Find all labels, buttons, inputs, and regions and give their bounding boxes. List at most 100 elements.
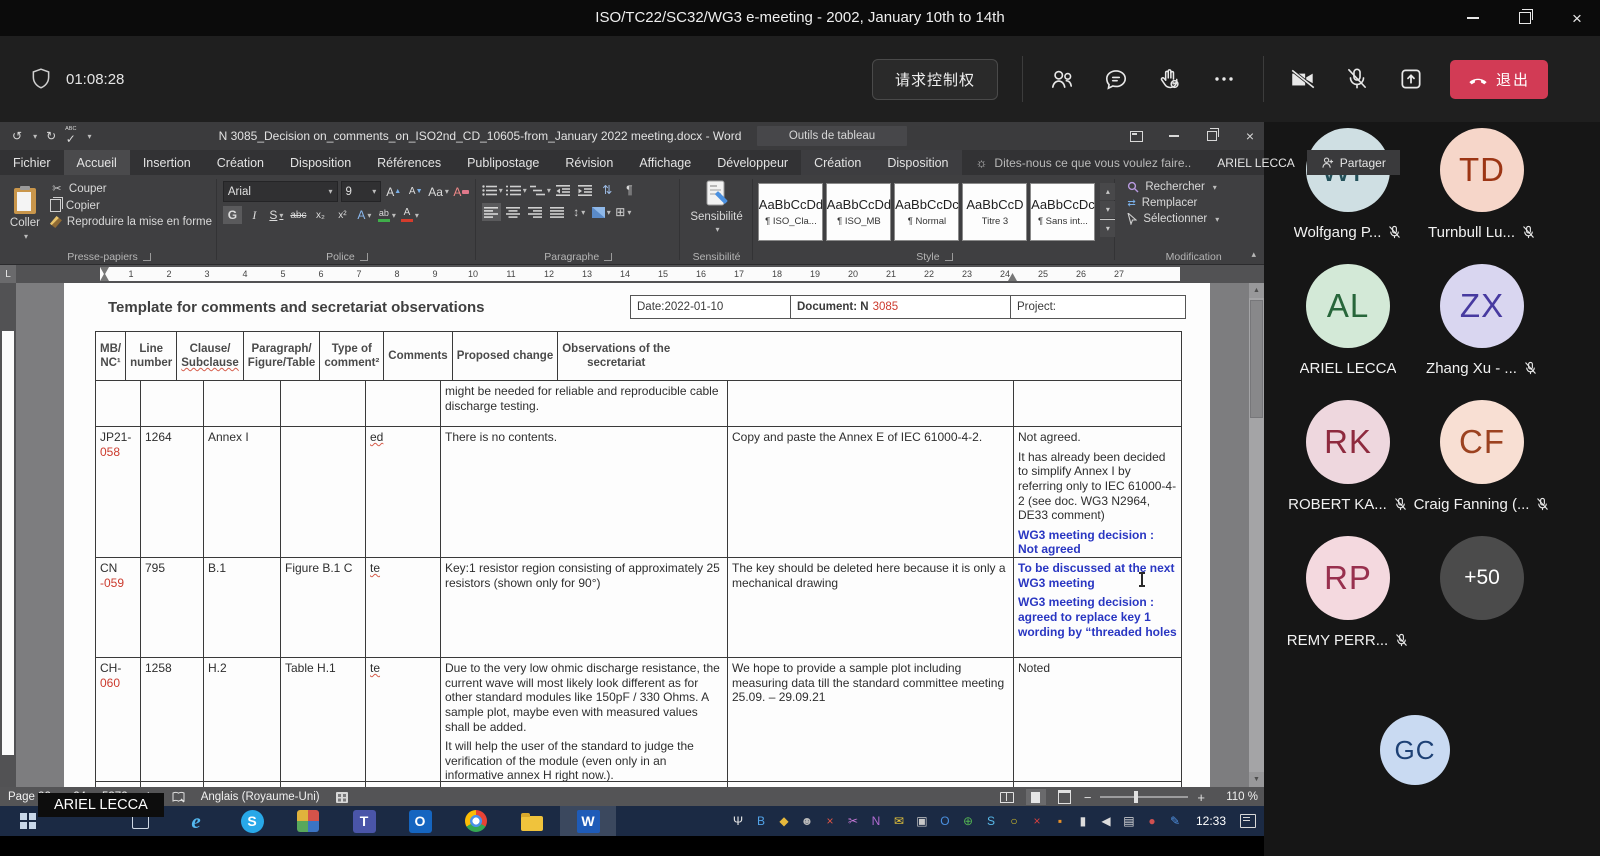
- horizontal-ruler[interactable]: 1234567891011121314151617181920212223242…: [0, 265, 1264, 283]
- style-card[interactable]: AaBbCcDc ¶ Normal: [894, 183, 959, 241]
- zoom-slider-thumb[interactable]: [1134, 791, 1138, 803]
- onenote-tray-icon[interactable]: N: [869, 815, 883, 827]
- dialog-launcher-icon[interactable]: [604, 253, 612, 261]
- chrome-icon[interactable]: [448, 806, 504, 836]
- replace-button[interactable]: ⇄ Remplacer: [1127, 197, 1260, 209]
- style-card[interactable]: AaBbCcDc ¶ Sans int...: [1030, 183, 1095, 241]
- request-control-button[interactable]: 请求控制权: [872, 59, 998, 100]
- redo-icon[interactable]: ↻: [46, 129, 56, 143]
- explorer-icon[interactable]: [504, 806, 560, 836]
- increase-indent-button[interactable]: [576, 181, 595, 199]
- align-left-button[interactable]: [482, 203, 501, 221]
- snip-tray-icon[interactable]: ✂: [846, 815, 860, 827]
- context-ribbon-tab[interactable]: Création: [801, 150, 874, 175]
- line-spacing-button[interactable]: ↕▾: [570, 203, 589, 221]
- table-row[interactable]: CN-059 795 B.1 Figure B.1 C te Key:1 res…: [96, 558, 1181, 658]
- context-ribbon-tab[interactable]: Disposition: [874, 150, 961, 175]
- word-close-icon[interactable]: ×: [1242, 128, 1258, 144]
- scroll-down-icon[interactable]: ▼: [1249, 772, 1264, 787]
- underline-button[interactable]: S▾: [267, 206, 286, 224]
- align-center-button[interactable]: [504, 203, 523, 221]
- gallery-down-icon[interactable]: ▾: [1100, 201, 1115, 218]
- notification-center-icon[interactable]: [1240, 814, 1256, 828]
- decrease-indent-button[interactable]: [554, 181, 573, 199]
- word-minimize-icon[interactable]: [1166, 128, 1182, 144]
- skype-icon[interactable]: S: [224, 806, 280, 836]
- find-button[interactable]: Rechercher ▾: [1127, 181, 1260, 193]
- minimize-icon[interactable]: [1464, 9, 1482, 27]
- justify-button[interactable]: [548, 203, 567, 221]
- participant-tile[interactable]: RK ROBERT KA...: [1281, 400, 1415, 536]
- ie-icon[interactable]: e: [168, 806, 224, 836]
- paste-button[interactable]: Coller ▾: [6, 179, 44, 249]
- table-row[interactable]: CH-060 1258 H.2 Table H.1 te Due to the …: [96, 658, 1181, 782]
- borders-button[interactable]: ⊞▾: [614, 203, 633, 221]
- ribbon-tab[interactable]: Accueil: [64, 150, 130, 175]
- qat-customize-icon[interactable]: ▾: [87, 132, 91, 141]
- strikethrough-button[interactable]: abc: [289, 206, 308, 224]
- mic-off-icon[interactable]: [1342, 64, 1372, 94]
- skype-tray-icon[interactable]: S: [984, 815, 998, 827]
- dialog-launcher-icon[interactable]: [360, 253, 368, 261]
- format-painter-button[interactable]: Reproduire la mise en forme: [50, 216, 212, 228]
- ribbon-tab[interactable]: Révision: [552, 150, 626, 175]
- battery-tray-icon[interactable]: ▮: [1076, 815, 1090, 827]
- show-paragraph-marks-button[interactable]: ¶: [620, 181, 639, 199]
- bot-tray-icon[interactable]: ☻: [800, 815, 814, 827]
- ribbon-tab[interactable]: Disposition: [277, 150, 364, 175]
- spellcheck-icon[interactable]: ABC ✓: [65, 127, 76, 145]
- bullets-button[interactable]: ▾: [482, 181, 503, 199]
- text-effects-button[interactable]: A▾: [355, 206, 374, 224]
- share-button[interactable]: Partager: [1307, 150, 1400, 175]
- collapse-ribbon-icon[interactable]: ▴: [1251, 249, 1256, 260]
- zoom-slider[interactable]: [1100, 796, 1188, 798]
- clear-formatting-button[interactable]: A: [452, 183, 471, 201]
- participant-tile[interactable]: RP REMY PERR...: [1281, 536, 1415, 672]
- vertical-ruler[interactable]: [0, 283, 16, 787]
- scrollbar-thumb[interactable]: [1250, 300, 1263, 418]
- zoom-in-icon[interactable]: +: [1197, 790, 1205, 805]
- photos-icon[interactable]: [280, 806, 336, 836]
- participants-icon[interactable]: [1047, 64, 1077, 94]
- close-icon[interactable]: ×: [1568, 9, 1586, 27]
- scroll-up-icon[interactable]: ▲: [1249, 283, 1264, 298]
- vpn-tray-icon[interactable]: ⊕: [961, 815, 975, 827]
- web-layout-button[interactable]: [1055, 789, 1075, 805]
- highlight-button[interactable]: ab ▾: [377, 206, 397, 224]
- font-size-select[interactable]: 9 ▾: [341, 181, 382, 202]
- style-card[interactable]: AaBbCcDd ¶ ISO_Cla...: [758, 183, 823, 241]
- leave-meeting-button[interactable]: 退出: [1450, 60, 1548, 99]
- zoom-out-icon[interactable]: −: [1084, 790, 1092, 805]
- volume-tray-icon[interactable]: ◀: [1099, 815, 1113, 827]
- ribbon-tab[interactable]: Références: [364, 150, 454, 175]
- sensitivity-button[interactable]: Sensibilité ▾: [686, 179, 748, 234]
- ribbon-tab[interactable]: Affichage: [626, 150, 704, 175]
- superscript-button[interactable]: x²: [333, 206, 352, 224]
- select-button[interactable]: Sélectionner ▾: [1127, 213, 1260, 225]
- bold-button[interactable]: G: [223, 206, 242, 224]
- participant-tile[interactable]: TD Turnbull Lu...: [1415, 128, 1549, 264]
- participant-tile[interactable]: AL ARIEL LECCA: [1281, 264, 1415, 400]
- outlook-icon[interactable]: O: [392, 806, 448, 836]
- dual-display-tray-icon[interactable]: ▣: [915, 815, 929, 827]
- ribbon-tab[interactable]: Développeur: [704, 150, 801, 175]
- ribbon-tab[interactable]: Création: [204, 150, 277, 175]
- outlook-tray-icon[interactable]: O: [938, 815, 952, 827]
- chat-tray-icon[interactable]: ▪: [1053, 815, 1067, 827]
- change-case-button[interactable]: Aa▾: [428, 183, 449, 201]
- raise-hand-icon[interactable]: [1155, 64, 1185, 94]
- tab-selector[interactable]: L: [0, 265, 16, 283]
- account-name[interactable]: ARIEL LECCA: [1205, 150, 1307, 175]
- update-tray-icon[interactable]: ●: [1145, 815, 1159, 827]
- numbering-button[interactable]: ▾: [506, 181, 527, 199]
- camera-off-icon[interactable]: [1288, 64, 1318, 94]
- cut-button[interactable]: ✂ Couper: [50, 182, 212, 195]
- multilevel-list-button[interactable]: ▾: [530, 181, 551, 199]
- ribbon-display-options-icon[interactable]: [1128, 128, 1144, 144]
- dialog-launcher-icon[interactable]: [945, 253, 953, 261]
- table-row[interactable]: might be needed for reliable and reprodu…: [96, 381, 1181, 427]
- display-error-tray-icon[interactable]: ×: [823, 815, 837, 827]
- ribbon-tab[interactable]: Fichier: [0, 150, 64, 175]
- undo-dropdown-icon[interactable]: ▾: [33, 132, 37, 141]
- gallery-up-icon[interactable]: ▴: [1100, 183, 1115, 200]
